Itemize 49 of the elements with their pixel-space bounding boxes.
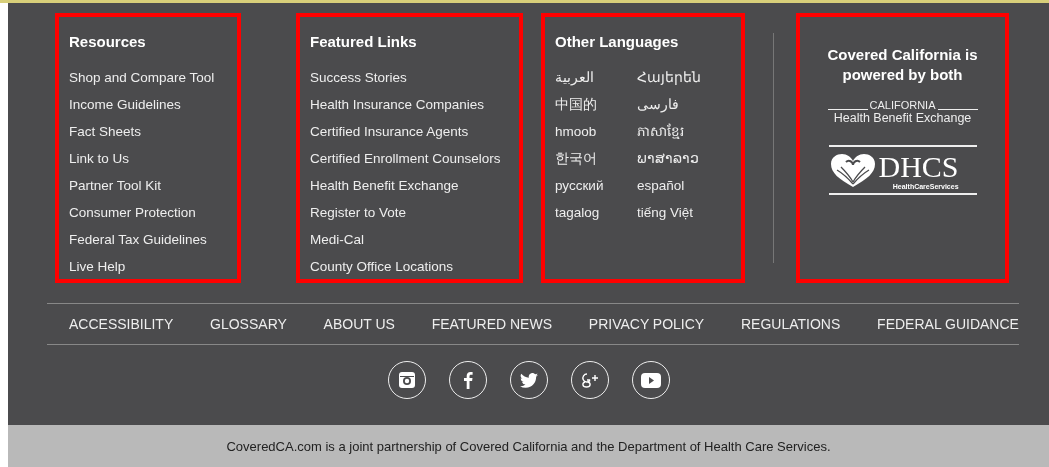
nav-link[interactable]: PRIVACY POLICY bbox=[588, 316, 705, 332]
nav-link[interactable]: FEATURED NEWS bbox=[431, 316, 552, 332]
section-title: Resources bbox=[69, 33, 147, 50]
footer-link[interactable]: Register to Vote bbox=[310, 199, 519, 226]
footer-link[interactable]: Link to Us bbox=[69, 145, 237, 172]
footer-link[interactable]: County Office Locations bbox=[310, 253, 519, 280]
footer-link[interactable]: Shop and Compare Tool bbox=[69, 64, 237, 91]
nav-link[interactable]: REGULATIONS bbox=[741, 316, 841, 332]
footer-link[interactable]: Health Insurance Companies bbox=[310, 91, 519, 118]
footer-link[interactable]: Federal Tax Guidelines bbox=[69, 226, 237, 253]
section-title: Featured Links bbox=[310, 33, 418, 50]
language-link[interactable]: 한국어 bbox=[555, 145, 637, 172]
footer-link[interactable]: Live Help bbox=[69, 253, 237, 280]
language-link[interactable]: tiếng Việt bbox=[637, 199, 741, 226]
footer-link[interactable]: Partner Tool Kit bbox=[69, 172, 237, 199]
bird-icon bbox=[519, 372, 538, 388]
footer-link[interactable]: Medi-Cal bbox=[310, 226, 519, 253]
footer-link[interactable]: Health Benefit Exchange bbox=[310, 172, 519, 199]
facebook-icon bbox=[462, 371, 473, 389]
dhcs-wordmark: DHCS bbox=[878, 150, 959, 183]
play-icon bbox=[640, 372, 661, 388]
language-link[interactable]: العربية bbox=[555, 64, 637, 91]
section-title: Other Languages bbox=[555, 33, 680, 50]
language-link[interactable]: 中国的 bbox=[555, 91, 637, 118]
language-link[interactable]: hmoob bbox=[555, 118, 637, 145]
footer-link[interactable]: Success Stories bbox=[310, 64, 519, 91]
language-link[interactable]: Հայերեն bbox=[637, 64, 741, 91]
language-link[interactable]: tagalog bbox=[555, 199, 637, 226]
camera-icon bbox=[397, 371, 416, 389]
footer-link[interactable]: Fact Sheets bbox=[69, 118, 237, 145]
footer-link[interactable]: Certified Enrollment Counselors bbox=[310, 145, 519, 172]
language-link[interactable]: ភាសាខ្មែរ bbox=[637, 118, 741, 145]
partnership-note: CoveredCA.com is a joint partnership of Covered California and the Department of Health Care Services. bbox=[226, 438, 831, 454]
nav-link[interactable]: GLOSSARY bbox=[210, 316, 287, 332]
language-link[interactable]: español bbox=[637, 172, 741, 199]
section-title: Covered California is powered by both bbox=[826, 45, 979, 85]
language-link[interactable]: русский bbox=[555, 172, 637, 199]
nav-link[interactable]: ACCESSIBILITY bbox=[69, 316, 174, 332]
exchange-logo-text: CALIFORNIA bbox=[827, 99, 978, 111]
heart-hands-icon bbox=[828, 152, 877, 189]
footer-link[interactable]: Consumer Protection bbox=[69, 199, 237, 226]
google-plus-icon bbox=[579, 371, 600, 389]
exchange-logo-text: Health Benefit Exchange bbox=[832, 111, 973, 125]
nav-link[interactable]: ABOUT US bbox=[323, 316, 395, 332]
footer-link[interactable]: Certified Insurance Agents bbox=[310, 118, 519, 145]
language-link[interactable]: ພາສາລາວ bbox=[637, 145, 741, 172]
language-link[interactable]: فارسی bbox=[637, 91, 741, 118]
footer-link[interactable]: Income Guidelines bbox=[69, 91, 237, 118]
nav-link[interactable]: FEDERAL GUIDANCE bbox=[877, 316, 1019, 332]
